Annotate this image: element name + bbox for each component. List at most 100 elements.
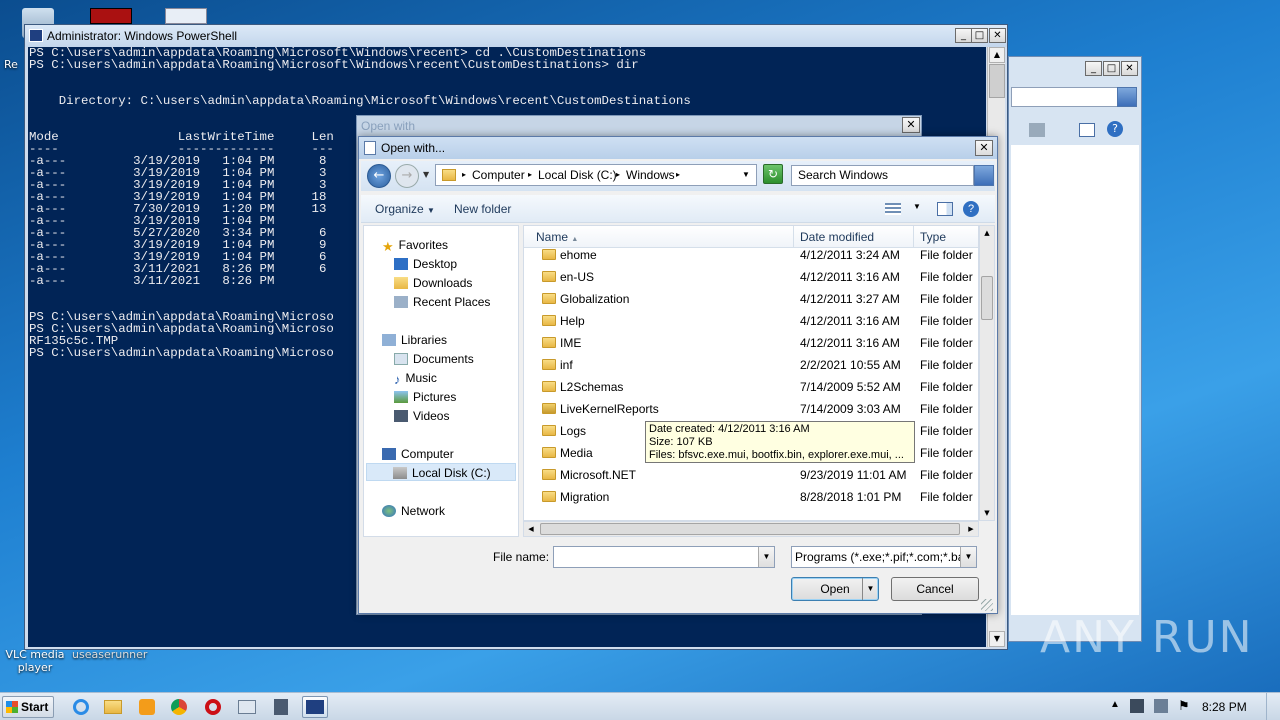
file-row[interactable]: Migration 8/28/2018 1:01 PM File folder — [524, 486, 978, 508]
document-icon[interactable] — [165, 8, 207, 24]
chevron-down-icon[interactable]: ▼ — [742, 165, 750, 185]
chevron-right-icon[interactable]: ▸ — [616, 165, 620, 185]
explorer-icon[interactable] — [100, 696, 126, 718]
nav-local-disk[interactable]: Local Disk (C:) — [366, 463, 516, 481]
file-row[interactable]: IME 4/12/2011 3:16 AM File folder — [524, 332, 978, 354]
file-list-hscrollbar[interactable]: ◀ ▶ — [523, 521, 979, 537]
search-field[interactable] — [1011, 87, 1121, 107]
help-icon[interactable]: ? — [1107, 121, 1123, 137]
help-icon[interactable]: ? — [963, 201, 979, 217]
media-player-icon[interactable] — [134, 696, 160, 718]
file-row[interactable]: Help 4/12/2011 3:16 AM File folder — [524, 310, 978, 332]
history-dropdown-icon[interactable]: ▼ — [423, 170, 429, 179]
action-center-flag-icon[interactable]: ⚑ — [1178, 698, 1190, 714]
nav-music[interactable]: ♪ Music — [394, 369, 437, 387]
nav-pictures[interactable]: Pictures — [394, 388, 456, 406]
file-type-filter[interactable]: Programs (*.exe;*.pif;*.com;*.bat ▼ — [791, 546, 977, 568]
search-icon[interactable] — [1117, 87, 1137, 107]
file-row[interactable]: LiveKernelReports 7/14/2009 3:03 AM File f… — [524, 398, 978, 420]
search-input[interactable]: Search Windows — [791, 165, 974, 186]
tray-app-icon[interactable] — [1130, 699, 1144, 713]
nav-computer[interactable]: Computer — [382, 445, 454, 463]
dialog-title-bar[interactable]: Open with... ✕ — [359, 137, 997, 159]
file-list[interactable]: Name ▲ Date modified Type ehome 4/12/2011… — [523, 225, 979, 521]
nav-recent-places[interactable]: Recent Places — [394, 293, 490, 311]
app-window-icon[interactable] — [234, 696, 260, 718]
scroll-down-arrow[interactable]: ▼ — [980, 506, 994, 520]
organize-button[interactable]: Organize ▼ — [375, 202, 435, 216]
documents-icon — [394, 353, 408, 365]
start-button[interactable]: Start — [2, 696, 54, 718]
scroll-up-arrow[interactable]: ▲ — [989, 47, 1005, 63]
preview-pane-icon[interactable] — [1079, 123, 1095, 137]
chevron-right-icon[interactable]: ▸ — [676, 165, 680, 185]
views-icon[interactable] — [1029, 123, 1045, 137]
open-button[interactable]: Open ▼ — [791, 577, 879, 601]
chevron-right-icon[interactable]: ▸ — [462, 165, 466, 185]
powershell-taskbar-icon[interactable] — [302, 696, 328, 718]
scroll-up-arrow[interactable]: ▲ — [980, 226, 994, 240]
resize-grip-icon[interactable] — [981, 599, 993, 611]
scroll-right-arrow[interactable]: ▶ — [964, 522, 978, 536]
chrome-icon[interactable] — [166, 696, 192, 718]
close-button[interactable]: ✕ — [902, 117, 920, 133]
scroll-down-arrow[interactable]: ▼ — [989, 631, 1005, 647]
chevron-right-icon[interactable]: ▸ — [528, 165, 532, 185]
maximize-button[interactable]: □ — [971, 28, 988, 43]
chevron-down-icon[interactable]: ▼ — [758, 547, 774, 567]
forward-button[interactable]: → — [395, 164, 419, 188]
file-row[interactable]: L2Schemas 7/14/2009 5:52 AM File folder — [524, 376, 978, 398]
nav-videos[interactable]: Videos — [394, 407, 449, 425]
file-row[interactable]: inf 2/2/2021 10:55 AM File folder — [524, 354, 978, 376]
close-button[interactable]: ✕ — [989, 28, 1006, 43]
scroll-thumb[interactable] — [989, 64, 1005, 98]
file-row[interactable]: Globalization 4/12/2011 3:27 AM File folde… — [524, 288, 978, 310]
breadcrumb-computer[interactable]: Computer — [472, 165, 525, 185]
preview-pane-icon[interactable] — [937, 202, 953, 216]
network-tray-icon[interactable] — [1154, 699, 1168, 713]
new-folder-button[interactable]: New folder — [454, 202, 511, 216]
file-name-input[interactable]: ▼ — [553, 546, 775, 568]
back-button[interactable]: ← — [367, 164, 391, 188]
chevron-down-icon[interactable]: ▼ — [862, 578, 878, 600]
nav-downloads[interactable]: Downloads — [394, 274, 472, 292]
show-desktop-button[interactable] — [1266, 693, 1278, 720]
nav-favorites[interactable]: ★ Favorites — [382, 236, 448, 254]
file-row[interactable]: en-US 4/12/2011 3:16 AM File folder — [524, 266, 978, 288]
minimize-button[interactable]: _ — [1085, 61, 1102, 76]
console-line: PS C:\users\admin\appdata\Roaming\Micros… — [29, 58, 639, 72]
close-button[interactable]: ✕ — [1121, 61, 1138, 76]
open-with-dialog[interactable]: Open with... ✕ ← → ▼ ▸ Computer ▸ Local … — [358, 136, 998, 614]
views-icon[interactable] — [885, 203, 901, 215]
app-icon[interactable] — [90, 8, 132, 24]
close-button[interactable]: ✕ — [975, 140, 993, 156]
file-row[interactable]: ehome 4/12/2011 3:24 AM File folder — [524, 244, 978, 266]
background-explorer-window[interactable]: _ □ ✕ ? — [1008, 56, 1142, 642]
scroll-left-arrow[interactable]: ◀ — [524, 522, 538, 536]
refresh-icon[interactable]: ↻ — [763, 164, 783, 184]
taskbar-clock[interactable]: 8:28 PM — [1202, 700, 1247, 714]
maximize-button[interactable]: □ — [1103, 61, 1120, 76]
scroll-thumb[interactable] — [540, 523, 960, 535]
file-row[interactable]: Microsoft.NET 9/23/2019 11:01 AM File fold… — [524, 464, 978, 486]
cancel-button[interactable]: Cancel — [891, 577, 979, 601]
powershell-title-bar[interactable]: Administrator: Windows PowerShell _ □ ✕ — [25, 25, 1007, 47]
chevron-down-icon[interactable]: ▼ — [960, 547, 976, 567]
nav-desktop[interactable]: Desktop — [394, 255, 457, 273]
nav-network[interactable]: Network — [382, 502, 445, 520]
scroll-thumb[interactable] — [981, 276, 993, 320]
ie-icon[interactable] — [68, 696, 94, 718]
network-tool-icon[interactable] — [268, 696, 294, 718]
opera-icon[interactable] — [200, 696, 226, 718]
file-list-vscrollbar[interactable]: ▲ ▼ — [979, 225, 995, 521]
chevron-down-icon[interactable]: ▼ — [913, 202, 921, 211]
breadcrumb-windows[interactable]: Windows — [626, 165, 675, 185]
nav-libraries[interactable]: Libraries — [382, 331, 447, 349]
nav-documents[interactable]: Documents — [394, 350, 474, 368]
search-icon[interactable] — [974, 165, 994, 186]
recent-places-icon — [394, 296, 408, 308]
chevron-up-icon[interactable]: ▲ — [1110, 699, 1120, 710]
address-bar[interactable]: ▸ Computer ▸ Local Disk (C:) ▸ Windows ▸… — [435, 164, 757, 186]
breadcrumb-local-disk[interactable]: Local Disk (C:) — [538, 165, 617, 185]
minimize-button[interactable]: _ — [955, 28, 972, 43]
